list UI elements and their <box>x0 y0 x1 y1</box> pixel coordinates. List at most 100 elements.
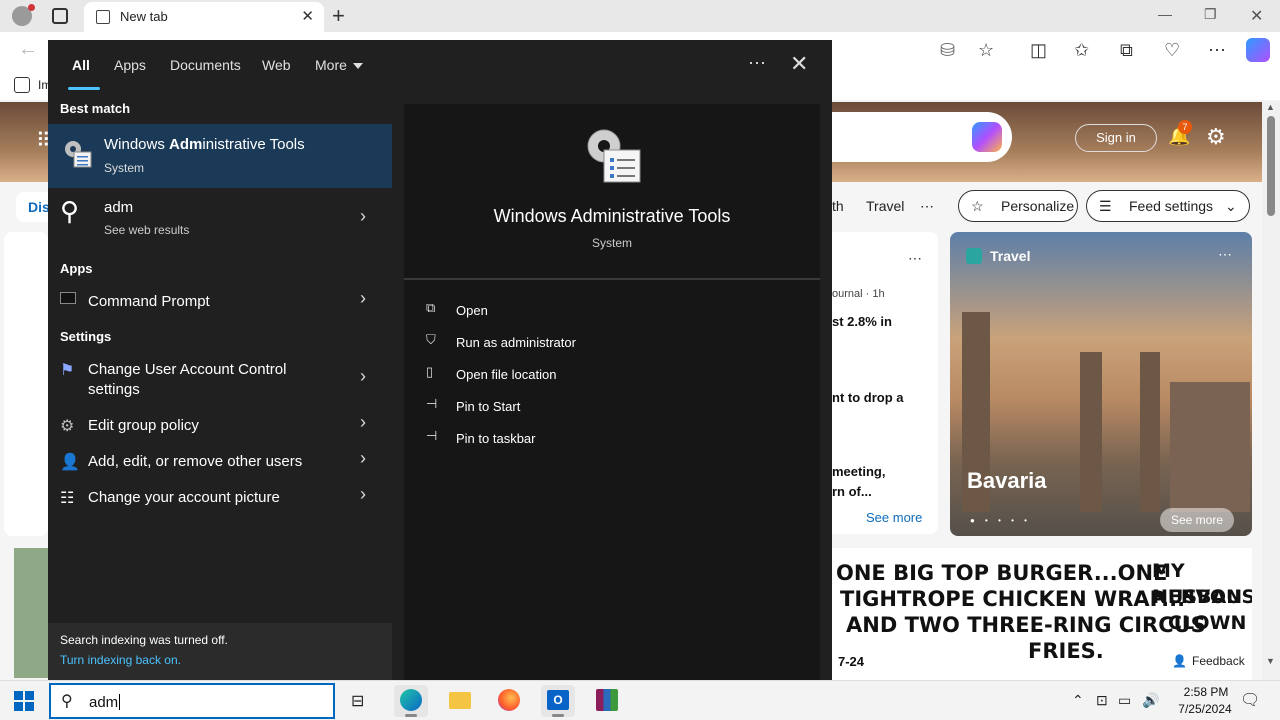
setting-result-group-policy[interactable]: ⚙ Edit group policy › <box>48 412 392 442</box>
task-view-button[interactable]: ⊟ <box>343 685 377 717</box>
archive-icon <box>596 689 618 711</box>
feed-nav-travel[interactable]: Travel <box>866 198 904 214</box>
notification-center-icon[interactable]: 🗨 <box>1240 690 1260 710</box>
volume-icon[interactable]: 🔊 <box>1142 692 1159 709</box>
setting-result-uac[interactable]: ⚑ Change User Account Control settings › <box>48 358 392 402</box>
more-options-icon[interactable]: ⋯ <box>748 53 767 74</box>
web-search-result[interactable]: ⚲ adm See web results › <box>48 190 392 246</box>
taskbar-search-box[interactable]: ⚲ adm <box>49 683 335 719</box>
tab-actions-icon[interactable] <box>52 8 68 24</box>
apps-heading: Apps <box>60 261 93 276</box>
page-scrollbar[interactable]: ▲ ▼ <box>1262 102 1280 680</box>
network-icon[interactable]: ▭ <box>1118 692 1131 709</box>
taskbar-file-explorer[interactable] <box>443 685 477 717</box>
feed-nav-more-icon[interactable]: ⋯ <box>920 198 934 215</box>
comic-line: NERVOUS <box>1152 586 1252 608</box>
turn-indexing-on-link[interactable]: Turn indexing back on. <box>60 653 181 667</box>
start-button[interactable] <box>14 691 34 711</box>
filter-all[interactable]: All <box>72 57 90 73</box>
active-filter-indicator <box>68 87 100 90</box>
news-see-more-link[interactable]: See more <box>866 510 922 525</box>
tracking-icon[interactable]: ⛁ <box>940 40 955 61</box>
firefox-icon <box>498 689 520 711</box>
admin-tools-large-icon <box>587 129 641 183</box>
carousel-pager[interactable]: ● • • • • <box>970 516 1031 525</box>
clock-date[interactable]: 7/25/2024 <box>1160 702 1250 716</box>
action-open-file-location[interactable]: ▯ Open file location <box>426 362 726 388</box>
card-more-icon[interactable]: ⋯ <box>1218 246 1232 263</box>
taskbar-search-input[interactable]: adm <box>89 694 120 711</box>
tab-title: New tab <box>120 9 168 24</box>
scrollbar-thumb[interactable] <box>1267 116 1275 216</box>
feedback-label: Feedback <box>1192 654 1245 668</box>
tab-new-tab[interactable]: New tab ✕ <box>84 2 324 32</box>
close-search-icon[interactable]: ✕ <box>790 51 808 77</box>
feed-settings-button[interactable]: ☰ Feed settings ⌄ <box>1086 190 1250 222</box>
chevron-right-icon[interactable]: › <box>360 484 366 505</box>
account-picture-icon: ☷ <box>60 490 75 507</box>
setting-label: Change your account picture <box>88 489 280 506</box>
chevron-right-icon[interactable]: › <box>360 366 366 387</box>
favorites-icon[interactable]: ✩ <box>1074 40 1089 61</box>
favorite-star-icon[interactable]: ☆ <box>978 40 994 61</box>
close-window-button[interactable]: ✕ <box>1250 6 1263 26</box>
caret-down-icon <box>352 63 363 70</box>
taskbar-outlook[interactable]: O <box>541 685 575 717</box>
action-open[interactable]: ⧉ Open <box>426 298 726 324</box>
filter-apps[interactable]: Apps <box>114 57 146 73</box>
feedback-button[interactable]: 👤 Feedback <box>1160 648 1252 674</box>
filter-more-label: More <box>315 57 347 73</box>
scroll-down-icon[interactable]: ▼ <box>1266 656 1275 666</box>
minimize-button[interactable]: — <box>1158 6 1172 22</box>
chevron-right-icon[interactable]: › <box>360 206 366 227</box>
travel-card[interactable]: Travel ⋯ Bavaria ● • • • • See more <box>950 232 1252 536</box>
best-match-result[interactable]: Windows Administrative Tools System <box>48 124 392 188</box>
new-tab-button[interactable]: + <box>332 3 345 29</box>
show-hidden-icons-chevron-icon[interactable]: ⌃ <box>1072 692 1084 709</box>
tab-close-icon[interactable]: ✕ <box>301 7 314 25</box>
action-pin-to-start[interactable]: ⊣ Pin to Start <box>426 394 726 420</box>
indexing-message: Search indexing was turned off. <box>60 633 228 647</box>
terminal-icon <box>60 292 76 304</box>
setting-result-users[interactable]: 👤 Add, edit, or remove other users › <box>48 448 392 478</box>
travel-see-more-button[interactable]: See more <box>1160 508 1234 532</box>
action-pin-to-taskbar[interactable]: ⊣ Pin to taskbar <box>426 426 726 452</box>
web-results-subtitle: See web results <box>104 223 190 237</box>
copilot-icon[interactable] <box>1246 38 1270 62</box>
folder-icon <box>449 692 471 709</box>
copilot-search-icon[interactable] <box>972 122 1002 152</box>
back-button[interactable]: ← <box>18 38 38 61</box>
filter-more[interactable]: More <box>315 57 363 73</box>
search-results-list: Best match Windows Administrative Tools … <box>48 92 392 680</box>
browser-essentials-icon[interactable]: ♡ <box>1164 40 1180 61</box>
new-tab-page-icon <box>96 10 110 24</box>
action-label: Pin to Start <box>456 399 521 414</box>
search-icon: ⚲ <box>61 693 73 710</box>
device-icon[interactable]: ⊡ <box>1096 692 1108 709</box>
chevron-right-icon[interactable]: › <box>360 288 366 309</box>
taskbar-winrar[interactable] <box>590 685 624 717</box>
card-more-icon[interactable]: ⋯ <box>908 250 922 267</box>
filter-documents[interactable]: Documents <box>170 57 241 73</box>
chevron-right-icon[interactable]: › <box>360 448 366 469</box>
split-screen-icon[interactable]: ◫ <box>1030 40 1047 61</box>
feed-nav-item[interactable]: th <box>832 198 844 214</box>
chevron-right-icon[interactable]: › <box>360 412 366 433</box>
scroll-up-icon[interactable]: ▲ <box>1266 102 1275 112</box>
restore-button[interactable]: ❐ <box>1204 6 1217 23</box>
sign-in-button[interactable]: Sign in <box>1075 124 1157 152</box>
collections-icon[interactable]: ⧉ <box>1120 40 1133 61</box>
personalize-button[interactable]: ☆ Personalize <box>958 190 1078 222</box>
action-run-as-admin[interactable]: ⛉ Run as administrator <box>426 330 726 356</box>
settings-more-icon[interactable]: ⋯ <box>1208 40 1226 61</box>
setting-result-account-picture[interactable]: ☷ Change your account picture › <box>48 484 392 514</box>
browser-tabstrip: New tab ✕ + — ❐ ✕ <box>0 0 1280 32</box>
action-label: Open <box>456 303 488 318</box>
filter-web[interactable]: Web <box>262 57 291 73</box>
app-result-command-prompt[interactable]: Command Prompt › <box>48 288 392 316</box>
clock-time[interactable]: 2:58 PM <box>1168 685 1244 699</box>
page-settings-gear-icon[interactable]: ⚙ <box>1206 124 1226 150</box>
taskbar-firefox[interactable] <box>492 685 526 717</box>
news-card[interactable]: ⋯ ournal · 1h st 2.8% in nt to drop a me… <box>832 232 938 534</box>
taskbar-edge[interactable] <box>394 685 428 717</box>
